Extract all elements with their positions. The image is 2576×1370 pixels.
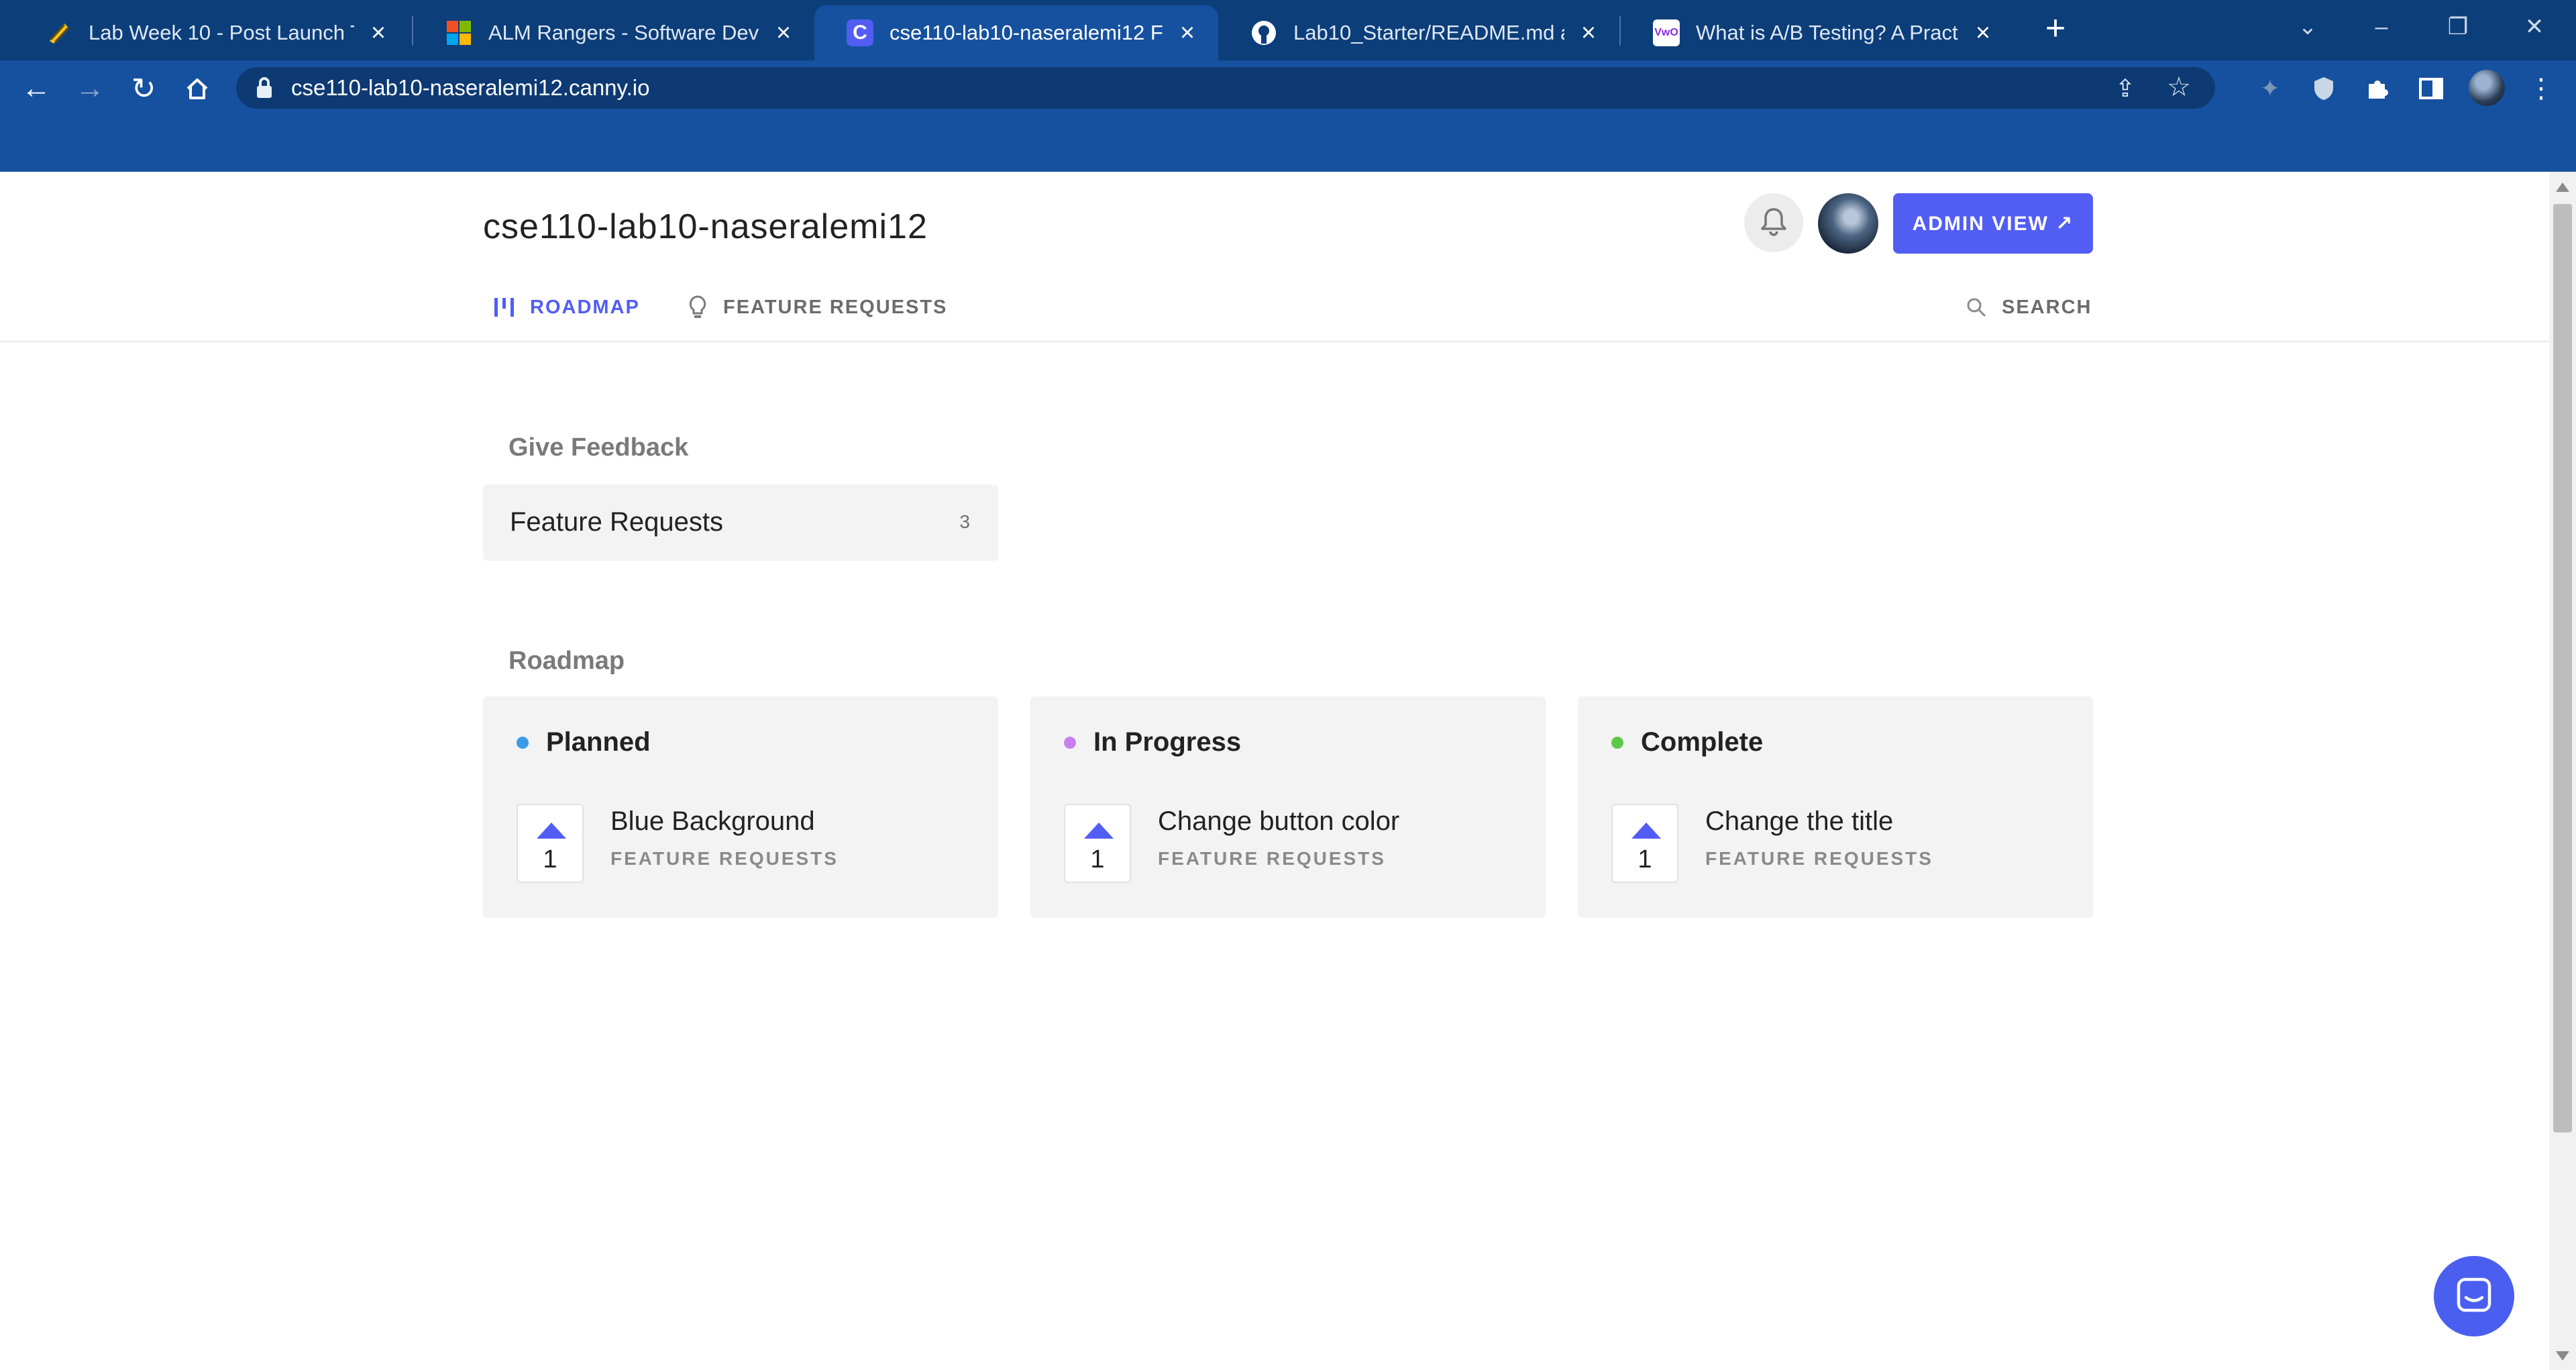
lock-icon[interactable] [255,76,274,99]
canny-icon: C [847,19,873,46]
browser-tab[interactable]: Lab Week 10 - Post Launch Tooling × [13,5,409,60]
browser-tab[interactable]: Lab10_Starter/README.md at main × [1218,5,1619,60]
close-icon[interactable]: × [1175,19,1199,47]
give-feedback-heading: Give Feedback [508,433,689,462]
vote-count: 1 [1638,845,1652,874]
scroll-down-arrow-icon[interactable] [2556,1351,2569,1361]
page-scrollbar[interactable] [2549,172,2576,1370]
browser-tab-active[interactable]: C cse110-lab10-naseralemi12 Feedback × [814,5,1218,60]
url-text[interactable]: cse110-lab10-naseralemi12.canny.io [291,75,649,101]
reload-icon[interactable]: ↻ [123,68,164,109]
upvote-button[interactable]: 1 [1064,804,1131,883]
vote-count: 1 [1090,845,1105,874]
notifications-button[interactable] [1744,193,1803,252]
vwo-icon: VwO [1653,19,1680,46]
browser-menu-icon[interactable]: ⋮ [2528,70,2555,107]
vote-count: 1 [543,845,557,874]
canny-board-page: cse110-lab10-naseralemi12 ADMIN VIEW ↗ R… [0,172,2549,1370]
board-post-count: 3 [959,511,970,532]
close-icon[interactable]: × [1971,19,1995,47]
back-icon[interactable]: ← [16,68,56,109]
post-title[interactable]: Change button color [1158,806,1399,837]
upvote-arrow-icon [1084,823,1114,839]
side-panel-icon[interactable] [2416,74,2446,103]
tab-title: What is A/B Testing? A Practical Guide [1696,21,1959,44]
column-title: Planned [546,727,651,757]
tab-search-icon[interactable]: ⌄ [2274,5,2341,48]
pencil-icon [46,19,72,46]
shield-icon[interactable] [2309,74,2339,103]
address-bar[interactable]: cse110-lab10-naseralemi12.canny.io ⇪ ☆ [236,67,2215,109]
roadmap-icon [492,295,517,319]
post-board: FEATURE REQUESTS [610,848,839,869]
upvote-button[interactable]: 1 [1611,804,1678,883]
column-title: In Progress [1093,727,1242,757]
user-avatar[interactable] [1818,193,1878,254]
tab-roadmap[interactable]: ROADMAP [492,290,640,325]
extension-pin-icon[interactable]: ✦ [2255,74,2285,103]
status-dot [517,737,529,749]
home-icon[interactable] [177,68,217,109]
site-header-banner [0,115,2576,172]
new-tab-button[interactable]: + [2037,9,2074,48]
close-icon[interactable]: × [771,19,796,47]
chat-widget-button[interactable] [2434,1256,2514,1336]
admin-view-button[interactable]: ADMIN VIEW ↗ [1893,193,2093,254]
restore-icon[interactable]: ❐ [2424,5,2491,48]
tab-title: ALM Rangers - Software Development [488,21,759,44]
minimize-icon[interactable]: – [2348,5,2415,48]
puzzle-extensions-icon[interactable] [2363,74,2392,103]
close-icon[interactable]: × [366,19,390,47]
bookmark-star-icon[interactable]: ☆ [2164,72,2194,102]
roadmap-column-complete: Complete 1 Change the title FEATURE REQU… [1578,696,2093,918]
scroll-up-arrow-icon[interactable] [2556,182,2569,192]
board-name: Feature Requests [510,507,723,537]
roadmap-column-in-progress: In Progress 1 Change button color FEATUR… [1030,696,1546,918]
tab-title: Lab10_Starter/README.md at main [1293,21,1564,44]
browser-tab-bar: Lab Week 10 - Post Launch Tooling × ALM … [0,0,2576,60]
upvote-button[interactable]: 1 [517,804,584,883]
search-icon [1964,295,1988,319]
tab-feature-requests-label: FEATURE REQUESTS [723,296,948,318]
window-close-icon[interactable]: ✕ [2501,5,2568,48]
board-title: cse110-lab10-naseralemi12 [483,207,928,246]
browser-tab[interactable]: ALM Rangers - Software Development × [413,5,814,60]
board-link-feature-requests[interactable]: Feature Requests 3 [483,484,998,561]
browser-toolbar: ← → ↻ cse110-lab10-naseralemi12.canny.io… [0,60,2576,115]
tab-title: Lab Week 10 - Post Launch Tooling [89,21,354,44]
search-button[interactable]: SEARCH [1964,290,2092,325]
post-title[interactable]: Blue Background [610,806,815,837]
share-icon[interactable]: ⇪ [2110,74,2140,103]
status-dot [1064,737,1076,749]
tab-title: cse110-lab10-naseralemi12 Feedback [890,21,1163,44]
upvote-arrow-icon [1631,823,1661,839]
scrollbar-thumb[interactable] [2553,204,2572,1132]
forward-icon[interactable]: → [70,68,110,109]
post-board: FEATURE REQUESTS [1705,848,1933,869]
github-icon [1250,19,1277,46]
profile-avatar[interactable] [2469,70,2505,106]
roadmap-heading: Roadmap [508,647,625,675]
lightbulb-icon [686,295,710,319]
bell-icon [1759,206,1788,240]
tab-feature-requests[interactable]: FEATURE REQUESTS [686,290,947,325]
column-title: Complete [1641,727,1764,757]
upvote-arrow-icon [537,823,566,839]
close-icon[interactable]: × [1576,19,1601,47]
header-divider [0,341,2549,342]
microsoft-icon [445,19,472,46]
post-board: FEATURE REQUESTS [1158,848,1386,869]
status-dot [1611,737,1623,749]
chat-icon [2455,1275,2493,1318]
tab-roadmap-label: ROADMAP [530,296,640,318]
post-title[interactable]: Change the title [1705,806,1893,837]
roadmap-column-planned: Planned 1 Blue Background FEATURE REQUES… [483,696,998,918]
browser-tab[interactable]: VwO What is A/B Testing? A Practical Gui… [1621,5,2014,60]
search-label: SEARCH [2002,296,2092,318]
